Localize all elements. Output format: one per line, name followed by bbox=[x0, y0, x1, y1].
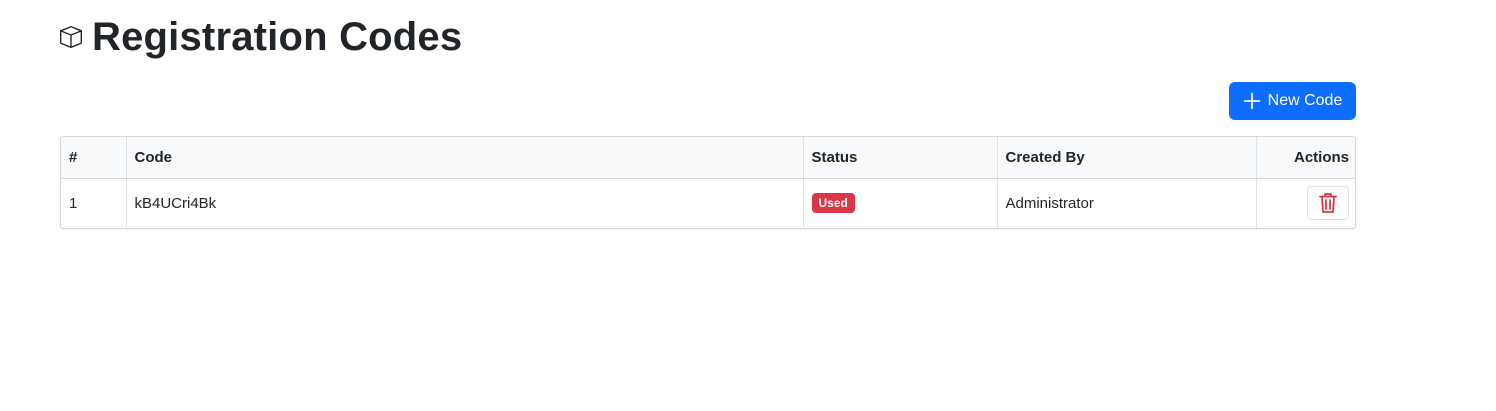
page-title: Registration Codes bbox=[92, 14, 463, 59]
column-header-code: Code bbox=[126, 137, 804, 179]
page: Registration Codes New Code # Code Statu… bbox=[0, 0, 1496, 411]
new-code-label: New Code bbox=[1267, 92, 1343, 109]
row-created-by: Administrator bbox=[997, 178, 1257, 228]
table-row: 1 kB4UCri4Bk Used Administrator bbox=[61, 178, 1355, 228]
table-header-row: # Code Status Created By Actions bbox=[61, 137, 1355, 179]
codes-table: # Code Status Created By Actions 1 kB4UC… bbox=[60, 136, 1356, 229]
column-header-status: Status bbox=[803, 137, 998, 179]
delete-button[interactable] bbox=[1307, 186, 1349, 221]
page-header: Registration Codes bbox=[60, 14, 462, 60]
trash-icon bbox=[1318, 192, 1338, 214]
column-header-created-by: Created By bbox=[997, 137, 1257, 179]
box-icon bbox=[60, 26, 82, 48]
new-code-button[interactable]: New Code bbox=[1229, 82, 1356, 120]
row-code: kB4UCri4Bk bbox=[126, 178, 804, 228]
column-header-index: # bbox=[61, 137, 127, 179]
status-badge: Used bbox=[811, 193, 855, 214]
plus-icon bbox=[1243, 92, 1261, 110]
row-index: 1 bbox=[61, 178, 127, 228]
column-header-actions: Actions bbox=[1256, 137, 1355, 179]
row-actions bbox=[1256, 178, 1355, 228]
row-status: Used bbox=[803, 178, 998, 228]
